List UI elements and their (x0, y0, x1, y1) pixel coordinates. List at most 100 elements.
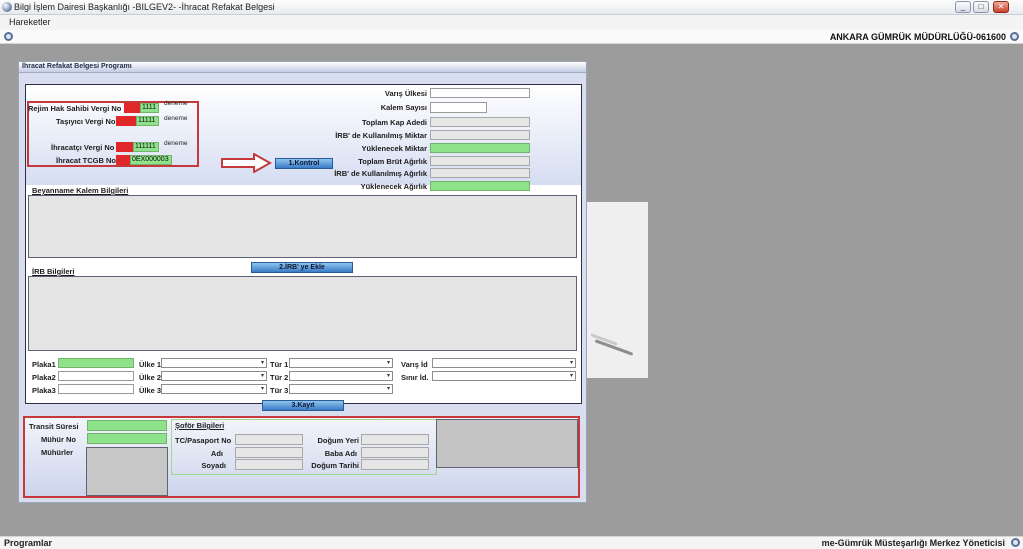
yuklenecek-agirlik-label: Yüklenecek Ağırlık (360, 182, 427, 191)
tur3-label: Tür 3 (270, 386, 289, 395)
gear-icon[interactable] (4, 32, 13, 41)
ulke3-select[interactable]: ▾ (161, 384, 267, 394)
tasiyici-input[interactable]: 11111 (136, 116, 159, 126)
kayit-button[interactable]: 3.Kayıt (262, 400, 344, 411)
chevron-down-icon: ▾ (569, 360, 573, 366)
form-title-bar: İhracat Refakat Belgesi Programı (19, 62, 586, 73)
transit-suresi-label: Transit Süresi (29, 422, 79, 431)
programs-menu[interactable]: Programlar (4, 538, 52, 548)
ulke1-select[interactable]: ▾ (161, 358, 267, 368)
plaka1-label: Plaka1 (32, 360, 56, 369)
yuklenecek-miktar-input[interactable] (430, 143, 530, 153)
kalem-sayisi-label: Kalem Sayısı (380, 103, 427, 112)
ihracatci-note: deneme (164, 140, 188, 147)
transit-suresi-input[interactable] (87, 420, 167, 431)
yuklenecek-miktar-label: Yüklenecek Miktar (361, 144, 427, 153)
ulke2-select[interactable]: ▾ (161, 371, 267, 381)
tc-pasaport-input[interactable] (235, 434, 303, 445)
chevron-down-icon: ▾ (386, 386, 390, 392)
user-role-label: me-Gümrük Müsteşarlığı Merkez Yöneticisi (821, 538, 1005, 548)
adi-input[interactable] (235, 447, 303, 458)
sinir-id-label: Sınır İd. (401, 373, 429, 382)
menu-hareketler[interactable]: Hareketler (9, 17, 51, 27)
muhurler-list[interactable] (86, 447, 168, 496)
baba-adi-label: Baba Adı (324, 449, 357, 458)
plaka2-input[interactable] (58, 371, 134, 381)
baba-adi-input[interactable] (361, 447, 429, 458)
tasiyici-note: deneme (164, 115, 188, 122)
menu-bar: Hareketler (0, 15, 1023, 30)
varis-id-select[interactable]: ▾ (432, 358, 576, 368)
sinir-id-select[interactable]: ▾ (432, 371, 576, 381)
arrow-right-icon (221, 153, 272, 173)
dogum-yeri-label: Doğum Yeri (317, 436, 359, 445)
ulke3-label: Ülke 3 (139, 386, 162, 395)
gear-icon[interactable] (1011, 538, 1020, 547)
muhur-no-input[interactable] (87, 433, 167, 444)
tasiyici-label: Taşıyıcı Vergi No (56, 117, 116, 126)
ihracatci-input[interactable]: 111111 (133, 142, 159, 152)
tc-pasaport-label: TC/Pasaport No (175, 436, 232, 445)
irb-kullanilmis-agirlik-label: İRB' de Kullanılmış Ağırlık (334, 169, 427, 178)
driver-photo-area (436, 419, 578, 468)
status-bar: Programlar me-Gümrük Müsteşarlığı Merkez… (0, 536, 1023, 549)
adi-label: Adı (210, 449, 223, 458)
irb-grid[interactable] (28, 276, 577, 351)
dogum-tarihi-input[interactable] (361, 459, 429, 470)
plaka1-input[interactable] (58, 358, 134, 368)
ulke2-label: Ülke 2 (139, 373, 162, 382)
toplam-brut-agirlik-input[interactable] (430, 156, 530, 166)
beyanname-section-title: Beyanname Kalem Bilgileri (32, 186, 129, 195)
varis-ulkesi-input[interactable] (430, 88, 530, 98)
tur1-select[interactable]: ▾ (289, 358, 393, 368)
chevron-down-icon: ▾ (569, 373, 573, 379)
kontrol-button[interactable]: 1.Kontrol (275, 158, 333, 169)
gear-icon[interactable] (1010, 32, 1019, 41)
customs-office-label: ANKARA GÜMRÜK MÜDÜRLÜĞÜ-061600 (829, 32, 1006, 42)
plaka3-input[interactable] (58, 384, 134, 394)
plaka3-label: Plaka3 (32, 386, 56, 395)
tur2-label: Tür 2 (270, 373, 289, 382)
form-title: İhracat Refakat Belgesi Programı (22, 63, 132, 70)
tur1-label: Tür 1 (270, 360, 289, 369)
irb-kullanilmis-agirlik-input[interactable] (430, 168, 530, 178)
rejim-label: Rejim Hak Sahibi Vergi No (28, 104, 122, 113)
chevron-down-icon: ▾ (260, 386, 264, 392)
irb-ekle-button[interactable]: 2.İRB' ye Ekle (251, 262, 353, 273)
yuklenecek-agirlik-input[interactable] (430, 181, 530, 191)
tur2-select[interactable]: ▾ (289, 371, 393, 381)
dogum-yeri-input[interactable] (361, 434, 429, 445)
ihracatci-required-marker (116, 142, 133, 152)
minimize-button[interactable]: _ (955, 1, 971, 13)
chevron-down-icon: ▾ (260, 360, 264, 366)
rejim-input[interactable]: 1111 (140, 103, 159, 113)
toplam-brut-agirlik-label: Toplam Brüt Ağırlık (358, 157, 427, 166)
transit-panel: Transit Süresi Mühür No Mühürler Şoför B… (23, 416, 580, 498)
window-title: Bilgi İşlem Dairesi Başkanlığı -BILGEV2-… (14, 2, 275, 12)
main-panel: Rejim Hak Sahibi Vergi No 1111 deneme Ta… (25, 84, 582, 404)
close-button[interactable]: ✕ (993, 1, 1009, 13)
soyadi-label: Soyadı (201, 461, 226, 470)
app-globe-icon (2, 2, 12, 12)
tcgb-input[interactable]: 0EX000003 (130, 155, 172, 165)
tcgb-required-marker (116, 155, 130, 165)
rejim-note: deneme (164, 100, 188, 107)
varis-id-label: Varış İd (401, 360, 428, 369)
toplam-kap-adedi-input[interactable] (430, 117, 530, 127)
tur3-select[interactable]: ▾ (289, 384, 393, 394)
dogum-tarihi-label: Doğum Tarihi (311, 461, 359, 470)
tasiyici-required-marker (116, 116, 136, 126)
kalem-sayisi-input[interactable] (430, 102, 487, 113)
toplam-kap-adedi-label: Toplam Kap Adedi (361, 118, 427, 127)
chevron-down-icon: ▾ (386, 373, 390, 379)
form-window: İhracat Refakat Belgesi Programı Rejim H… (18, 61, 587, 503)
plaka2-label: Plaka2 (32, 373, 56, 382)
beyanname-grid[interactable] (28, 195, 577, 258)
muhur-no-label: Mühür No (41, 435, 76, 444)
tcgb-label: İhracat TCGB No (56, 156, 117, 165)
maximize-button[interactable]: □ (973, 1, 989, 13)
soyadi-input[interactable] (235, 459, 303, 470)
irb-kullanilmis-miktar-input[interactable] (430, 130, 530, 140)
rejim-required-marker (124, 103, 140, 113)
chevron-down-icon: ▾ (386, 360, 390, 366)
